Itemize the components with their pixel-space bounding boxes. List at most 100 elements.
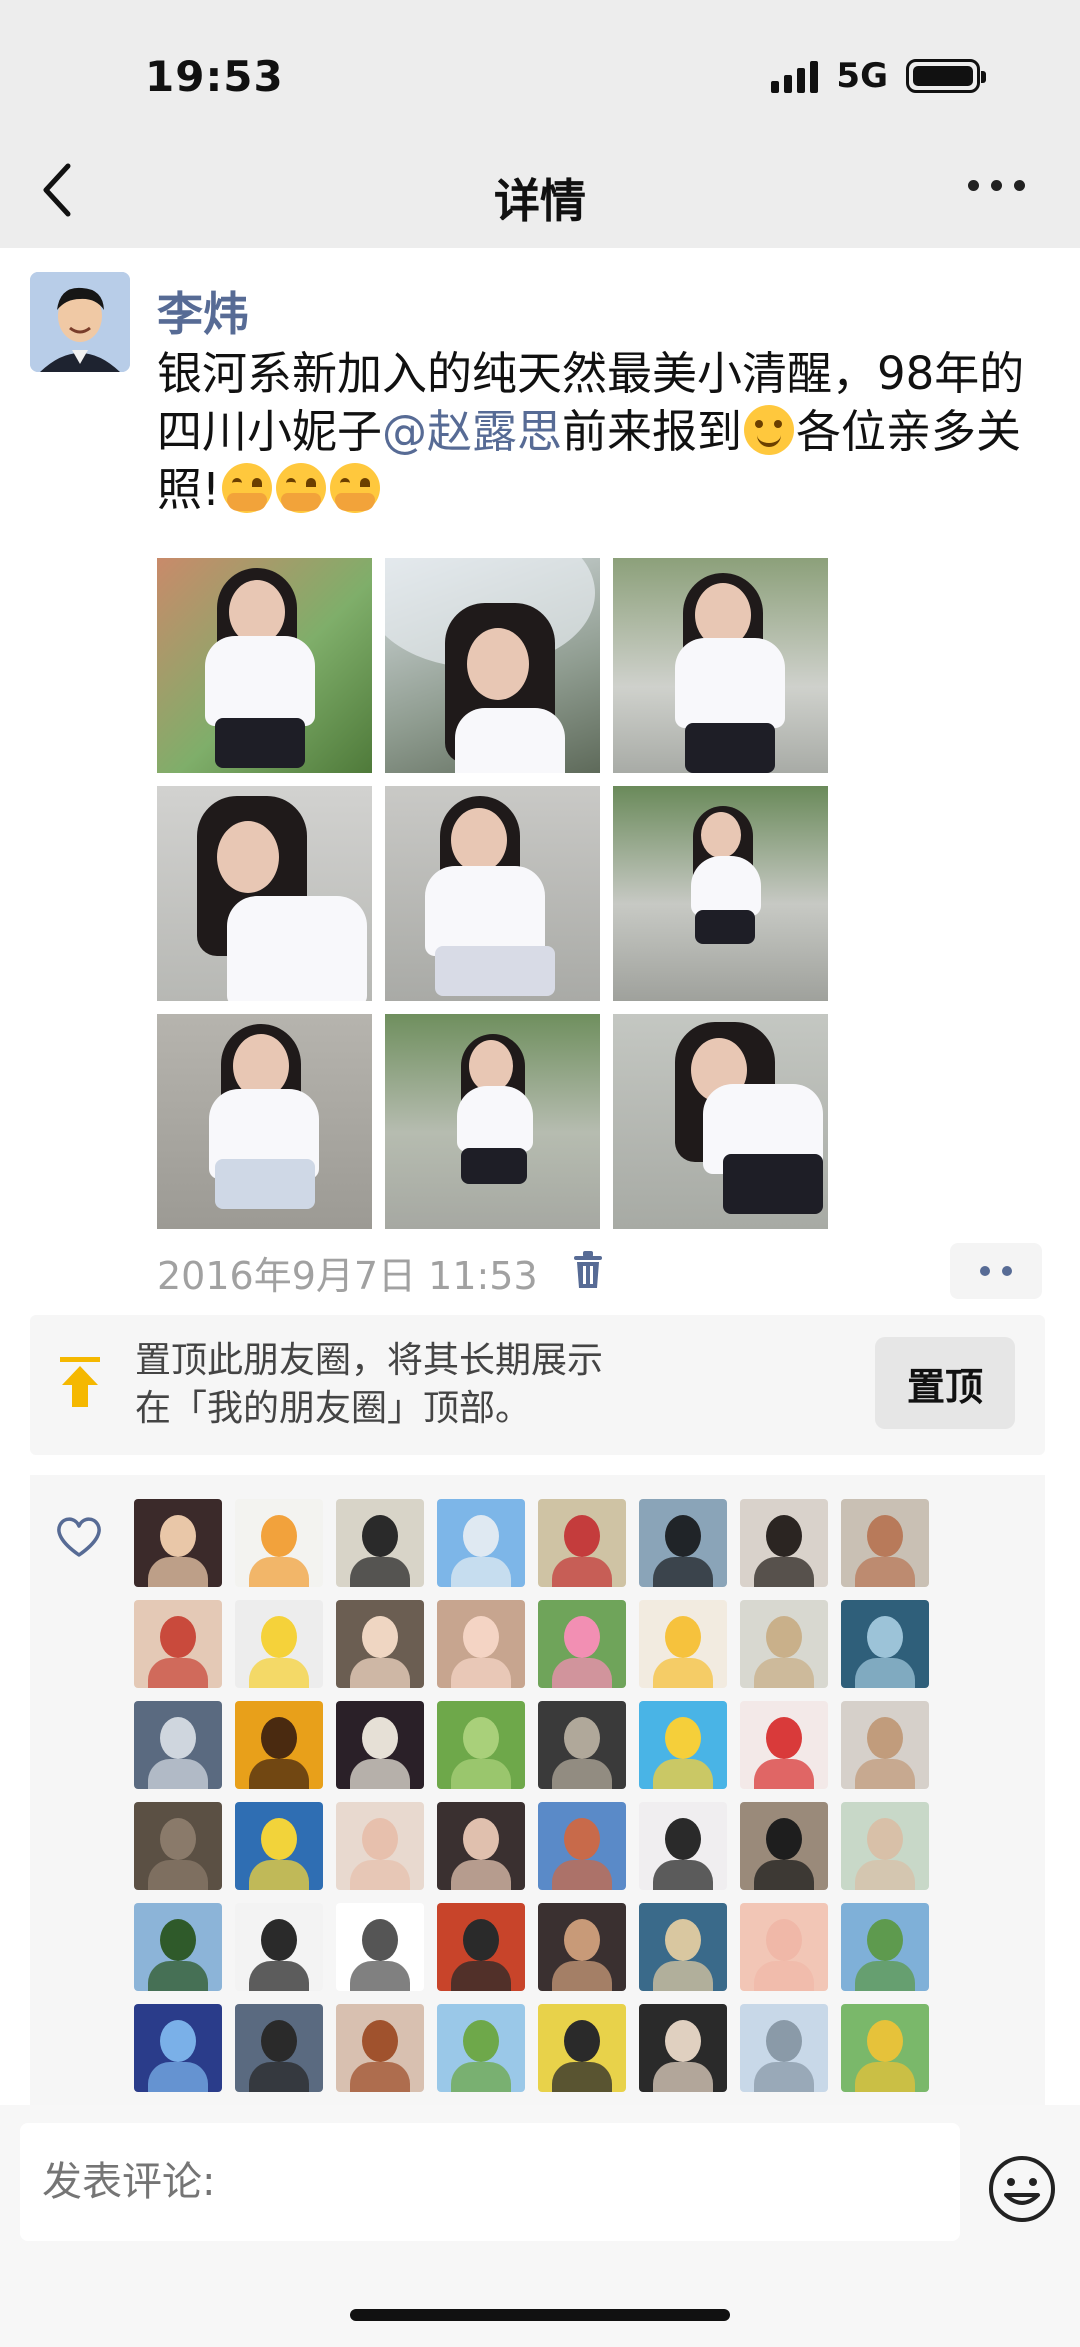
liker-avatar[interactable] [437,2004,525,2092]
liker-avatar-body [451,2062,511,2092]
liker-avatar[interactable] [740,1701,828,1789]
pin-button[interactable]: 置顶 [875,1337,1015,1429]
liker-avatar[interactable] [336,1802,424,1890]
liker-avatar[interactable] [336,1903,424,1991]
liker-avatar-body [754,1961,814,1991]
delete-icon[interactable] [572,1250,604,1290]
photo-thumbnail[interactable] [157,558,372,773]
liker-avatar-body [855,2062,915,2092]
liker-avatar-body [249,1860,309,1890]
liker-avatar[interactable] [841,2004,929,2092]
liker-avatar-face [261,1818,297,1860]
photo-thumbnail[interactable] [385,558,600,773]
liker-avatar-face [463,1515,499,1557]
liker-avatar[interactable] [841,1701,929,1789]
liker-avatar-face [160,1515,196,1557]
liker-avatar[interactable] [538,1802,626,1890]
photo-thumbnail[interactable] [157,1014,372,1229]
liker-avatar-body [249,1759,309,1789]
liker-avatar[interactable] [336,1600,424,1688]
liker-avatar[interactable] [235,1499,323,1587]
comment-input[interactable] [20,2123,960,2241]
network-type: 5G [836,56,888,96]
liker-avatar-body [451,1759,511,1789]
liker-avatar[interactable] [134,1903,222,1991]
liker-avatar[interactable] [437,1701,525,1789]
emoji-icon[interactable] [988,2155,1056,2223]
liker-avatar[interactable] [437,1600,525,1688]
photo-thumbnail[interactable] [613,1014,828,1229]
liker-avatar[interactable] [235,1802,323,1890]
liker-avatar[interactable] [336,1701,424,1789]
photo-thumbnail[interactable] [613,786,828,1001]
liker-avatar-body [350,1961,410,1991]
liker-avatar-face [362,1818,398,1860]
post-text: 银河系新加入的纯天然最美小清醒，98年的四川小妮子@赵露思前来报到 各位亲多关照! [157,345,1047,519]
liker-avatar[interactable] [437,1499,525,1587]
liker-avatar[interactable] [336,2004,424,2092]
photo-thumbnail[interactable] [157,786,372,1001]
author-name[interactable]: 李炜 [157,278,249,344]
liker-avatar[interactable] [841,1802,929,1890]
liker-avatar[interactable] [134,1802,222,1890]
shy-emoji-icon [276,463,327,513]
liker-avatar[interactable] [134,1701,222,1789]
liker-avatar[interactable] [538,1600,626,1688]
liker-avatar[interactable] [538,1701,626,1789]
liker-avatar[interactable] [134,2004,222,2092]
liker-avatar-face [766,1515,802,1557]
liker-avatar[interactable] [841,1600,929,1688]
liker-avatar[interactable] [841,1903,929,1991]
shy-emoji-icon [222,463,273,513]
liker-avatar[interactable] [235,2004,323,2092]
liker-avatar[interactable] [437,1802,525,1890]
post-actions-button[interactable] [950,1243,1042,1299]
liker-avatar-body [855,1961,915,1991]
liker-avatar[interactable] [740,1499,828,1587]
pin-top-icon [60,1357,100,1407]
liker-avatar[interactable] [740,1600,828,1688]
liker-avatar[interactable] [538,1499,626,1587]
liker-avatar[interactable] [336,1499,424,1587]
liker-avatar-body [148,1961,208,1991]
liker-avatar[interactable] [639,1600,727,1688]
liker-avatar[interactable] [639,1701,727,1789]
like-avatars-grid [134,1499,929,2092]
liker-avatar-body [754,2062,814,2092]
pin-banner: 置顶此朋友圈，将其长期展示在「我的朋友圈」顶部。 置顶 [30,1315,1045,1455]
liker-avatar[interactable] [437,1903,525,1991]
liker-avatar[interactable] [134,1499,222,1587]
liker-avatar[interactable] [639,1903,727,1991]
liker-avatar[interactable] [639,1802,727,1890]
liker-avatar[interactable] [639,2004,727,2092]
photo-thumbnail[interactable] [385,786,600,1001]
liker-avatar[interactable] [538,1903,626,1991]
liker-avatar-face [766,1919,802,1961]
liker-avatar-face [665,1818,701,1860]
author-avatar[interactable] [30,272,130,372]
liker-avatar[interactable] [639,1499,727,1587]
liker-avatar-body [350,1759,410,1789]
liker-avatar[interactable] [841,1499,929,1587]
liker-avatar-face [261,1515,297,1557]
mention-link[interactable]: @赵露思 [382,405,562,458]
comment-bar [0,2105,1080,2347]
liker-avatar[interactable] [740,2004,828,2092]
more-options-icon[interactable] [968,180,1025,191]
liker-avatar[interactable] [740,1903,828,1991]
liker-avatar[interactable] [235,1701,323,1789]
liker-avatar[interactable] [740,1802,828,1890]
liker-avatar[interactable] [134,1600,222,1688]
liker-avatar-face [564,2020,600,2062]
photo-thumbnail[interactable] [385,1014,600,1229]
liker-avatar[interactable] [538,2004,626,2092]
liker-avatar-face [766,1818,802,1860]
liker-avatar-body [653,1557,713,1587]
liker-avatar-face [261,1616,297,1658]
liker-avatar-face [463,1919,499,1961]
photo-thumbnail[interactable] [613,558,828,773]
liker-avatar-body [451,1658,511,1688]
liker-avatar-face [160,1818,196,1860]
liker-avatar[interactable] [235,1600,323,1688]
liker-avatar[interactable] [235,1903,323,1991]
